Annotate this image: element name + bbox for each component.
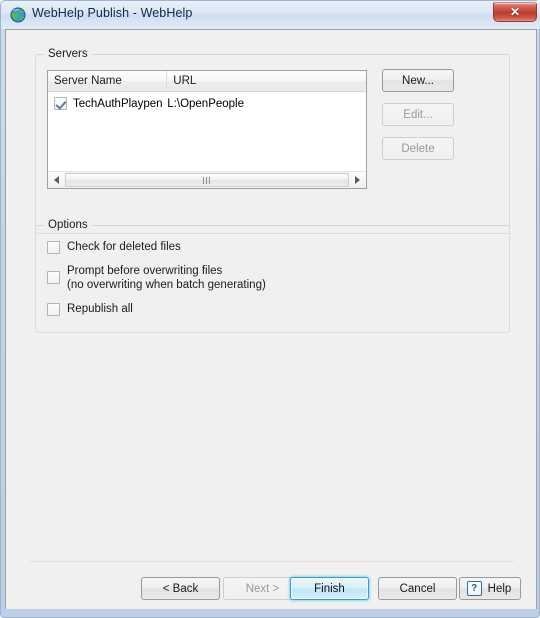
servers-list-header: Server Name URL — [48, 71, 366, 92]
row-checkbox[interactable] — [54, 97, 67, 110]
close-icon: ✕ — [509, 5, 521, 19]
servers-list[interactable]: Server Name URL TechAuthPlaypen L:\OpenP… — [47, 70, 367, 189]
column-header-server-name[interactable]: Server Name — [48, 71, 168, 91]
scroll-right-arrow-icon[interactable] — [349, 172, 366, 188]
horizontal-scrollbar[interactable] — [48, 171, 366, 188]
column-header-url[interactable]: URL — [167, 71, 366, 91]
options-group-label: Options — [44, 219, 92, 231]
new-server-button[interactable]: New... — [382, 69, 454, 92]
delete-server-button: Delete — [382, 137, 454, 160]
edit-server-button: Edit... — [382, 103, 454, 126]
servers-group-label: Servers — [44, 48, 92, 60]
scroll-left-arrow-icon[interactable] — [48, 172, 65, 188]
row-server-name: TechAuthPlaypen — [73, 97, 163, 110]
question-mark-icon: ? — [466, 581, 482, 596]
cancel-button[interactable]: Cancel — [378, 577, 457, 600]
back-button[interactable]: < Back — [141, 577, 220, 600]
finish-button[interactable]: Finish — [290, 577, 369, 600]
help-button-label: Help — [487, 582, 512, 595]
close-button[interactable]: ✕ — [493, 2, 537, 22]
row-url: L:\OpenPeople — [167, 97, 245, 110]
servers-list-body: TechAuthPlaypen L:\OpenPeople — [48, 92, 366, 171]
table-row[interactable]: TechAuthPlaypen L:\OpenPeople — [48, 92, 366, 113]
title-bar[interactable]: WebHelp Publish - WebHelp ✕ — [1, 1, 540, 29]
check-deleted-files-label: Check for deleted files — [67, 241, 181, 253]
dialog-window: WebHelp Publish - WebHelp ✕ Servers Serv… — [0, 0, 540, 618]
scrollbar-grip-icon — [203, 176, 211, 184]
republish-all-checkbox[interactable] — [47, 303, 60, 316]
help-button[interactable]: ? Help — [459, 577, 521, 600]
window-title: WebHelp Publish - WebHelp — [32, 6, 193, 20]
option-republish-all[interactable]: Republish all — [47, 303, 133, 316]
check-deleted-files-checkbox[interactable] — [47, 241, 60, 254]
globe-icon — [10, 7, 26, 23]
scrollbar-thumb[interactable] — [65, 173, 349, 187]
option-check-deleted-files[interactable]: Check for deleted files — [47, 241, 181, 254]
prompt-overwrite-checkbox[interactable] — [47, 271, 60, 284]
footer-separator — [30, 561, 514, 562]
scrollbar-track[interactable] — [65, 172, 349, 188]
option-prompt-overwrite[interactable]: Prompt before overwriting files (no over… — [47, 264, 266, 292]
row-server-name-cell: TechAuthPlaypen — [48, 97, 167, 110]
prompt-overwrite-label: Prompt before overwriting files (no over… — [67, 265, 266, 291]
republish-all-label: Republish all — [67, 303, 133, 315]
dialog-client-area: Servers Server Name URL TechAuthPlaypen … — [5, 29, 537, 609]
